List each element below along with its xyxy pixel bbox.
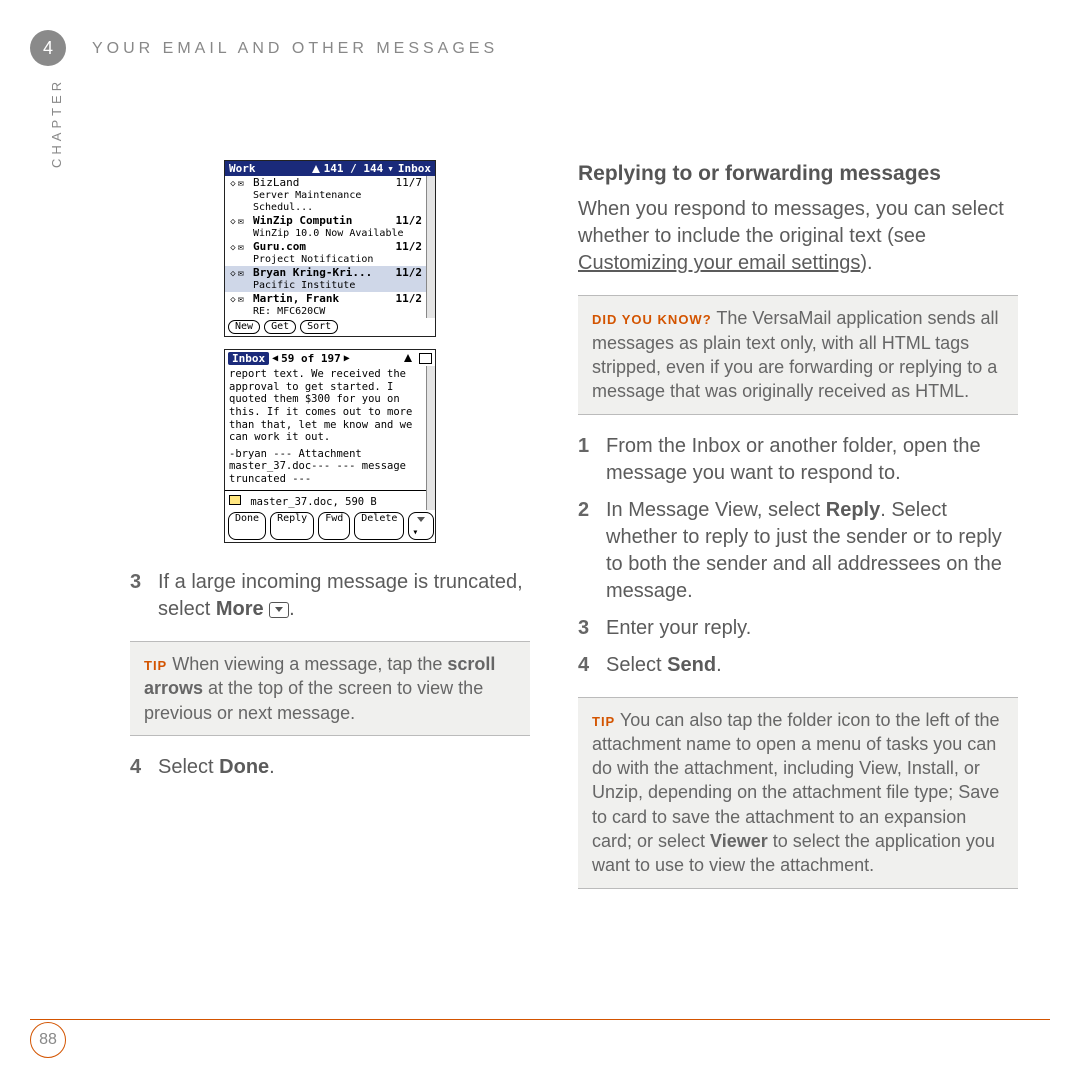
envelope-icon: ✉ [237, 268, 253, 280]
palm-inbox-row[interactable]: ◇✉BizLand11/7 [225, 176, 426, 190]
palm-message-screenshot: Inbox 59 of 197 report text. We received… [224, 349, 436, 543]
envelope-icon: ✉ [237, 178, 253, 190]
chapter-side-label: CHAPTER [48, 78, 66, 168]
page-number: 88 [30, 1022, 66, 1058]
running-head: YOUR EMAIL AND OTHER MESSAGES [92, 38, 498, 60]
customizing-link[interactable]: Customizing your email settings [578, 252, 860, 274]
step-3-text: If a large incoming message is truncated… [158, 569, 530, 623]
chapter-badge: 4 [30, 30, 66, 66]
palm-get-button[interactable]: Get [264, 320, 296, 334]
r-step1: From the Inbox or another folder, open t… [606, 433, 1018, 487]
palm-msg-position: 59 of 197 [281, 352, 341, 365]
envelope-icon: ✉ [237, 216, 253, 228]
step-number: 4 [130, 754, 148, 781]
step-number: 1 [578, 433, 596, 487]
signal-icon [312, 165, 320, 173]
section-intro: When you respond to messages, you can se… [578, 196, 1018, 277]
palm-more-button[interactable]: ▾ [408, 512, 434, 540]
tip-label: TIP [592, 714, 615, 729]
palm-inbox-row[interactable]: ◇✉Bryan Kring-Kri...11/2 [225, 266, 426, 280]
attachment-folder-icon[interactable] [229, 495, 241, 505]
footer-rule [30, 1019, 1050, 1020]
palm-msg-body: report text. We received the approval to… [225, 366, 426, 446]
step-number: 3 [130, 569, 148, 623]
palm-inbox-row[interactable]: ◇✉Guru.com11/2 [225, 240, 426, 254]
envelope-icon: ✉ [237, 294, 253, 306]
palm-attachment: master_37.doc, 590 B [250, 496, 376, 508]
more-icon [269, 602, 289, 618]
tip-box: TIP When viewing a message, tap the scro… [130, 641, 530, 736]
r-step4: Select Send. [606, 652, 722, 679]
palm-counter: 141 / 144 [324, 162, 384, 175]
signal-icon [404, 354, 412, 362]
palm-sort-button[interactable]: Sort [300, 320, 338, 334]
palm-scrollbar[interactable] [426, 176, 435, 318]
palm-inbox-row[interactable]: ◇✉Martin, Frank11/2 [225, 292, 426, 306]
r-step3: Enter your reply. [606, 615, 751, 642]
section-title: Replying to or forwarding messages [578, 160, 1018, 188]
list-view-icon[interactable] [419, 353, 432, 364]
prev-msg-icon[interactable] [272, 351, 278, 365]
step-number: 2 [578, 497, 596, 605]
step-number: 4 [578, 652, 596, 679]
tip-label: TIP [144, 658, 167, 673]
palm-msg-sig: -bryan --- Attachment master_37.doc--- -… [225, 446, 426, 488]
dyk-label: DID YOU KNOW? [592, 312, 712, 327]
palm-inbox-row[interactable]: ◇✉WinZip Computin11/2 [225, 214, 426, 228]
r-step2: In Message View, select Reply. Select wh… [606, 497, 1018, 605]
palm-delete-button[interactable]: Delete [354, 512, 404, 540]
palm-new-button[interactable]: New [228, 320, 260, 334]
palm-msg-folder: Inbox [228, 352, 269, 365]
palm-reply-button[interactable]: Reply [270, 512, 314, 540]
did-you-know-box: DID YOU KNOW? The VersaMail application … [578, 295, 1018, 414]
envelope-icon: ✉ [237, 242, 253, 254]
next-msg-icon[interactable] [344, 351, 350, 365]
palm-done-button[interactable]: Done [228, 512, 266, 540]
palm-account: Work [229, 162, 256, 175]
step-number: 3 [578, 615, 596, 642]
palm-folder: Inbox [398, 162, 431, 175]
palm-inbox-screenshot: Work 141 / 144 ▾ Inbox ◇✉BizLand11/7Serv… [224, 160, 436, 337]
palm-scrollbar[interactable] [426, 366, 435, 510]
tip-box-2: TIP You can also tap the folder icon to … [578, 697, 1018, 889]
step-4-text: Select Done. [158, 754, 275, 781]
palm-fwd-button[interactable]: Fwd [318, 512, 350, 540]
